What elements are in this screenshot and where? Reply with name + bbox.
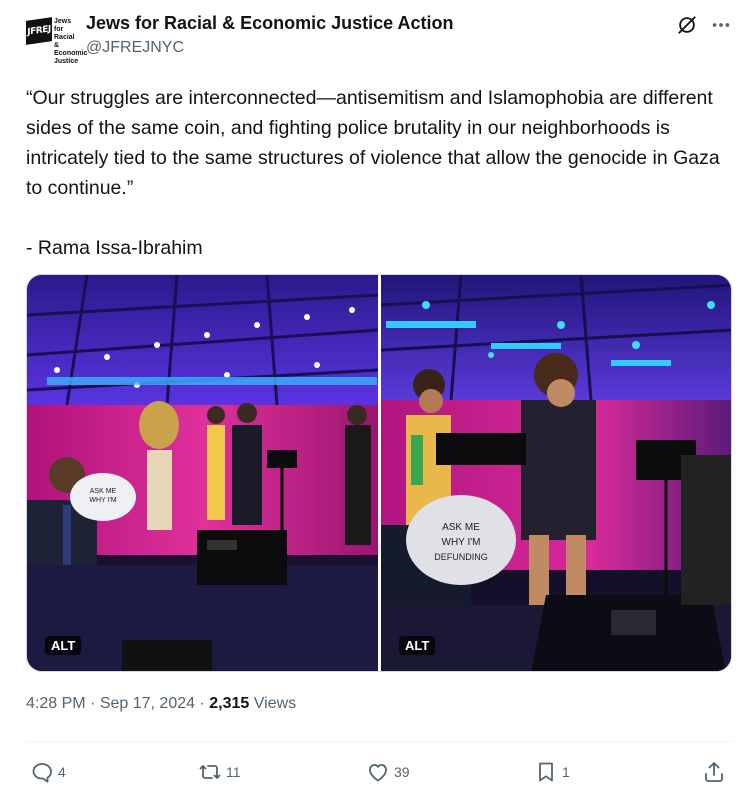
reply-count: 4	[58, 764, 66, 780]
action-bar: 4 11 39 1	[0, 752, 750, 792]
share-icon	[705, 762, 723, 782]
separator: ·	[90, 695, 96, 712]
photo-2[interactable]: ASK ME WHY I'M DEFUNDING ALT	[381, 275, 731, 671]
svg-text:ASK ME: ASK ME	[442, 522, 480, 533]
like-count: 39	[394, 764, 410, 780]
avatar-words: Jews for Racial & Economic Justice	[54, 18, 88, 65]
views-label: Views	[253, 695, 297, 712]
avatar[interactable]: JFREJ Jews for Racial & Economic Justice	[26, 15, 87, 65]
repost-icon	[199, 765, 221, 779]
post-time[interactable]: 4:28 PM	[26, 695, 86, 712]
separator: ·	[199, 695, 205, 712]
svg-text:DEFUNDING: DEFUNDING	[434, 552, 488, 562]
avatar-logo: JFREJ	[26, 17, 52, 45]
bookmark-icon	[539, 762, 553, 782]
repost-button[interactable]: 11	[198, 758, 241, 786]
svg-text:WHY I'M: WHY I'M	[89, 497, 116, 504]
author-name[interactable]: Jews for Racial & Economic Justice Actio…	[86, 13, 453, 34]
media-grid: ASK ME WHY I'M ALT ASK ME WHY I'M DEFUND…	[26, 274, 732, 672]
like-icon	[369, 764, 387, 782]
more-icon[interactable]	[710, 14, 732, 36]
divider	[26, 741, 732, 742]
reply-icon	[32, 763, 52, 783]
reply-button[interactable]: 4	[30, 758, 66, 786]
bookmark-button[interactable]: 1	[534, 758, 570, 786]
alt-badge[interactable]: ALT	[45, 636, 82, 655]
alt-badge[interactable]: ALT	[399, 636, 436, 655]
share-button[interactable]	[702, 758, 730, 786]
svg-text:ASK ME: ASK ME	[90, 488, 117, 495]
post-date[interactable]: Sep 17, 2024	[100, 695, 195, 712]
post: JFREJ Jews for Racial & Economic Justice…	[0, 0, 750, 796]
post-text: “Our struggles are interconnected—antise…	[26, 87, 720, 259]
author-handle[interactable]: @JFREJNYC	[86, 39, 184, 57]
svg-text:WHY I'M: WHY I'M	[442, 537, 481, 548]
post-meta: 4:28 PM · Sep 17, 2024 · 2,315 Views	[26, 695, 296, 713]
photo-1[interactable]: ASK ME WHY I'M ALT	[27, 275, 378, 671]
like-button[interactable]: 39	[366, 758, 410, 786]
views-count: 2,315	[209, 695, 250, 712]
repost-count: 11	[226, 764, 241, 780]
bookmark-count: 1	[562, 764, 570, 780]
grok-icon[interactable]	[676, 14, 698, 36]
